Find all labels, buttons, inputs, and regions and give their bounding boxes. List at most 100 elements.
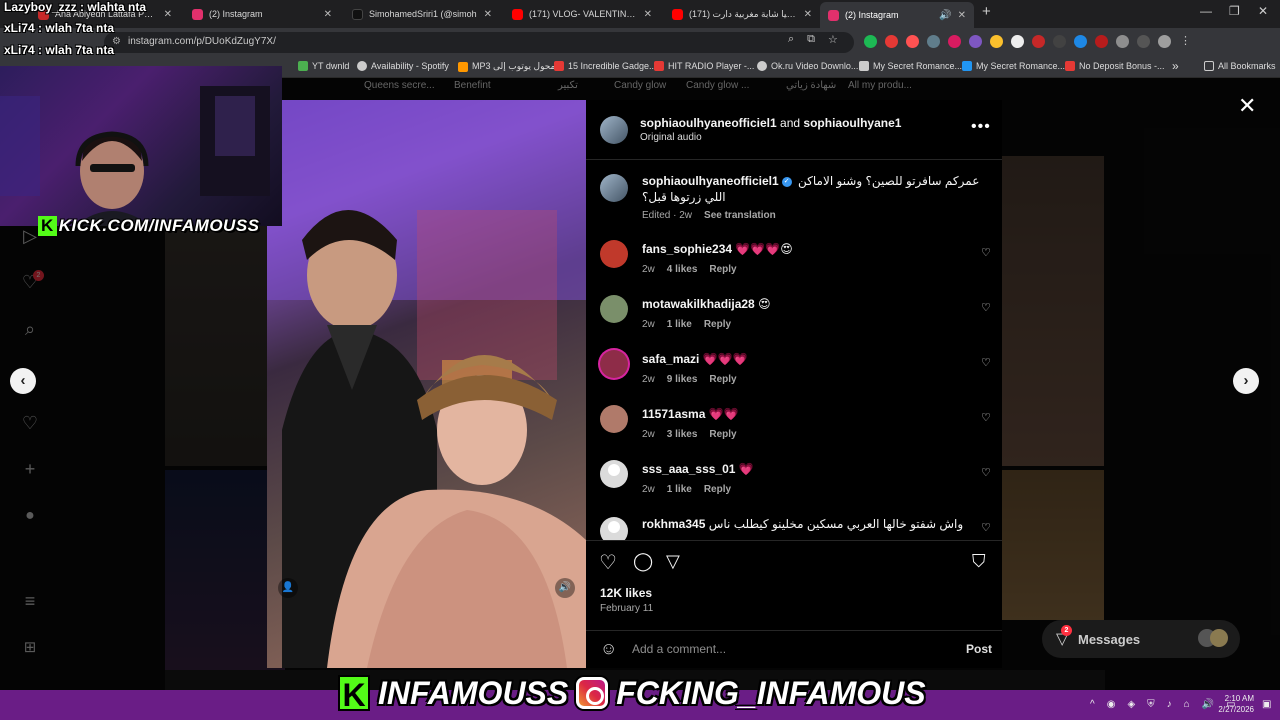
- notification-center-icon[interactable]: ▣: [1262, 699, 1271, 710]
- like-heart-icon[interactable]: ♡: [599, 550, 617, 575]
- extension-icon[interactable]: [1011, 35, 1024, 48]
- cast-icon[interactable]: ⧉: [807, 33, 815, 46]
- comments-list[interactable]: sophiaoulhyaneofficiel1 ✓ عمركم سافرتو لل…: [586, 160, 1002, 540]
- commenter-avatar[interactable]: [600, 295, 628, 323]
- extension-icon[interactable]: [1095, 35, 1108, 48]
- bookmark-item[interactable]: HIT RADIO Player -...: [654, 61, 754, 71]
- menu-kebab-icon[interactable]: ⋮: [1179, 35, 1192, 48]
- see-translation-link[interactable]: See translation: [704, 210, 776, 221]
- close-tab-icon[interactable]: ✕: [644, 9, 652, 20]
- close-tab-icon[interactable]: ✕: [324, 9, 332, 20]
- commenter-avatar[interactable]: [600, 240, 628, 268]
- comment-likes-link[interactable]: 9 likes: [667, 374, 698, 385]
- extension-icon[interactable]: [1074, 35, 1087, 48]
- bookmark-item[interactable]: My Secret Romance...: [859, 61, 962, 71]
- post-comment-button[interactable]: Post: [966, 642, 992, 656]
- microphone-icon[interactable]: ♪: [1167, 699, 1172, 710]
- bookmark-star-icon[interactable]: ☆: [828, 33, 838, 46]
- author-username-link[interactable]: sophiaoulhyaneofficiel1: [640, 116, 777, 130]
- commenter-avatar-default[interactable]: [600, 517, 628, 540]
- bookmark-item[interactable]: Ok.ru Video Downlo...: [757, 61, 858, 71]
- minimize-icon[interactable]: —: [1200, 4, 1212, 18]
- comment-username[interactable]: fans_sophie234: [642, 242, 732, 256]
- messages-button[interactable]: ▽ 2 Messages: [1042, 620, 1240, 658]
- audio-mute-icon[interactable]: 🔊: [555, 578, 575, 598]
- close-tab-icon[interactable]: ✕: [958, 10, 966, 21]
- like-comment-heart-icon[interactable]: ♡: [981, 411, 991, 424]
- puzzle-extensions-icon[interactable]: [1116, 35, 1129, 48]
- close-tab-icon[interactable]: ✕: [484, 9, 492, 20]
- more-options-icon[interactable]: •••: [971, 118, 991, 136]
- tab-instagram-active[interactable]: (2) Instagram 🔊 ✕: [820, 2, 974, 28]
- reply-link[interactable]: Reply: [704, 319, 731, 330]
- bookmark-item[interactable]: YT dwnld: [298, 61, 349, 71]
- comment-username[interactable]: motawakilkhadija28: [642, 297, 755, 311]
- save-bookmark-icon[interactable]: ⛉: [972, 551, 986, 572]
- extension-icon[interactable]: [948, 35, 961, 48]
- like-comment-heart-icon[interactable]: ♡: [981, 521, 991, 534]
- next-post-chevron-icon[interactable]: ›: [1233, 368, 1259, 394]
- caption-username[interactable]: sophiaoulhyaneofficiel1: [642, 174, 779, 188]
- comment-username[interactable]: rokhma345: [642, 517, 705, 531]
- reply-link[interactable]: Reply: [709, 374, 736, 385]
- commenter-avatar[interactable]: [600, 405, 628, 433]
- previous-post-chevron-icon[interactable]: ‹: [10, 368, 36, 394]
- audio-link[interactable]: Original audio: [640, 132, 702, 143]
- tab-instagram-1[interactable]: (2) Instagram ✕: [184, 4, 340, 24]
- commenter-avatar-story-ring[interactable]: [600, 350, 628, 378]
- tray-chevron-icon[interactable]: ^: [1090, 699, 1095, 710]
- reply-link[interactable]: Reply: [709, 264, 736, 275]
- tab-youtube-sophia[interactable]: (171) صوفيا شابة مغربية دارت ✕: [664, 4, 820, 24]
- caption-author-avatar[interactable]: [600, 174, 628, 202]
- bookmark-item[interactable]: My Secret Romance...: [962, 61, 1065, 71]
- extension-icon[interactable]: [906, 35, 919, 48]
- share-send-icon[interactable]: ▽: [666, 551, 680, 572]
- like-comment-heart-icon[interactable]: ♡: [981, 301, 991, 314]
- restore-icon[interactable]: ❐: [1229, 4, 1240, 18]
- bookmark-item[interactable]: No Deposit Bonus -...: [1065, 61, 1165, 71]
- close-tab-icon[interactable]: ✕: [164, 9, 172, 20]
- new-tab-button[interactable]: +: [982, 3, 991, 20]
- comment-likes-link[interactable]: 1 like: [667, 319, 692, 330]
- comment-likes-link[interactable]: 1 like: [667, 484, 692, 495]
- tagged-users-icon[interactable]: 👤: [278, 578, 298, 598]
- like-comment-heart-icon[interactable]: ♡: [981, 246, 991, 259]
- close-modal-icon[interactable]: ✕: [1238, 93, 1256, 119]
- profile-avatar-icon[interactable]: [1158, 35, 1171, 48]
- likes-count[interactable]: 12K likes: [600, 586, 652, 600]
- url-bar[interactable]: ⚙ instagram.com/p/DUoKdZugY7X/: [104, 32, 854, 53]
- coauthor-username-link[interactable]: sophiaoulhyane1: [803, 116, 901, 130]
- tray-app-icon[interactable]: ◉: [1107, 699, 1116, 710]
- like-comment-heart-icon[interactable]: ♡: [981, 466, 991, 479]
- like-comment-heart-icon[interactable]: ♡: [981, 356, 991, 369]
- shield-icon[interactable]: ⛨: [1147, 699, 1155, 710]
- reply-link[interactable]: Reply: [709, 429, 736, 440]
- extension-icon[interactable]: [1032, 35, 1045, 48]
- comment-bubble-icon[interactable]: ◯: [633, 551, 653, 572]
- author-avatar[interactable]: [600, 116, 628, 144]
- network-icon[interactable]: ⌂: [1184, 699, 1190, 710]
- tab-tiktok[interactable]: SimohamedSriri1 (@simoh ✕: [344, 4, 500, 24]
- commenter-avatar-default[interactable]: [600, 460, 628, 488]
- comment-input[interactable]: Add a comment...: [632, 642, 726, 656]
- zoom-icon[interactable]: ⌕: [788, 33, 794, 46]
- extension-icon[interactable]: [969, 35, 982, 48]
- close-tab-icon[interactable]: ✕: [804, 9, 812, 20]
- extension-icon[interactable]: [1053, 35, 1066, 48]
- more-bookmarks-button[interactable]: »: [1172, 59, 1179, 73]
- bookmark-item[interactable]: 15 Incredible Gadge...: [554, 61, 657, 71]
- reading-list-icon[interactable]: [1137, 35, 1150, 48]
- bookmark-item[interactable]: Availability - Spotify: [357, 61, 449, 71]
- comment-username[interactable]: safa_mazi: [642, 352, 699, 366]
- extension-icon[interactable]: [864, 35, 877, 48]
- audio-playing-icon[interactable]: 🔊: [939, 10, 951, 21]
- post-video[interactable]: [267, 100, 586, 668]
- reply-link[interactable]: Reply: [704, 484, 731, 495]
- all-bookmarks-button[interactable]: All Bookmarks: [1204, 61, 1276, 71]
- emoji-picker-icon[interactable]: ☺: [600, 639, 617, 659]
- extension-icon[interactable]: [927, 35, 940, 48]
- extension-icon[interactable]: [990, 35, 1003, 48]
- window-close-icon[interactable]: ✕: [1258, 4, 1268, 18]
- comment-likes-link[interactable]: 3 likes: [667, 429, 698, 440]
- comment-username[interactable]: 11571asma: [642, 407, 705, 421]
